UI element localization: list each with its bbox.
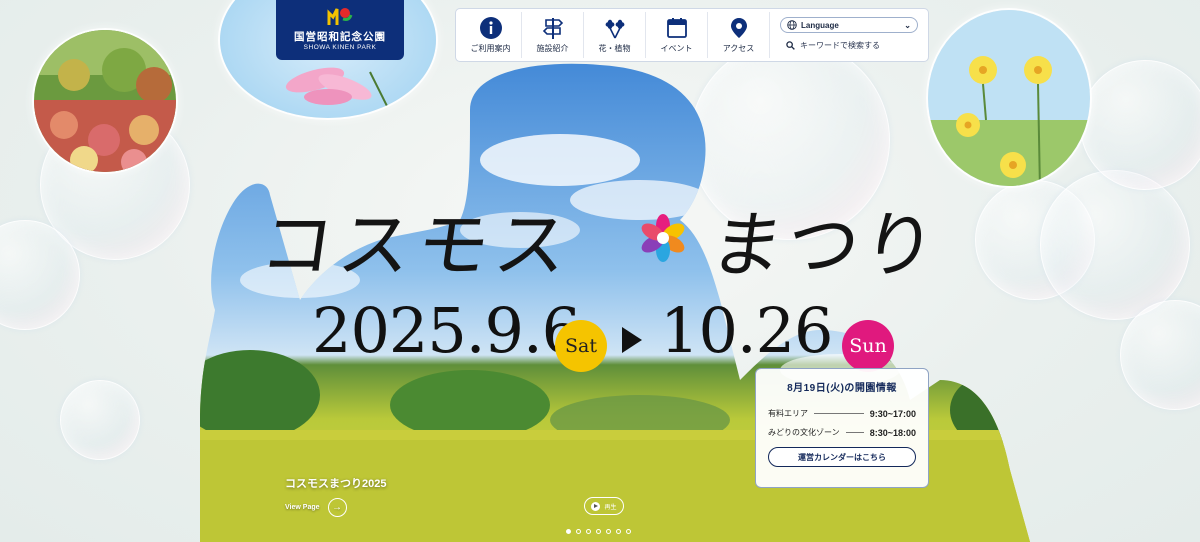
flowers-icon (605, 19, 624, 39)
slide-dot[interactable] (616, 529, 621, 534)
globe-icon (787, 20, 797, 30)
opening-info-title: 8月19日(火)の開園情報 (787, 383, 897, 394)
yellow-cosmos-bubble (926, 8, 1092, 188)
info-icon (479, 17, 502, 39)
slide-event-name: コスモスまつり2025 (285, 478, 387, 490)
global-nav: ご利用案内 施設紹介 花・植物 イベント アクセス Language ⌄ キーワ… (455, 8, 929, 62)
hero-title-right: まつり (705, 203, 946, 287)
search-box[interactable] (780, 37, 918, 53)
signpost-icon (542, 18, 563, 39)
calendar-link-button[interactable]: 運営カレンダーはこちら (768, 447, 916, 467)
slide-dot[interactable] (626, 529, 631, 534)
opening-row-time: 8:30~18:00 (869, 427, 916, 438)
logo-name-en: SHOWA KINEN PARK (303, 44, 377, 51)
nav-item-events[interactable]: イベント (646, 12, 708, 58)
end-day-label: Sun (849, 335, 887, 357)
opening-row: 有料エリア 9:30~17:00 (768, 408, 916, 419)
play-icon (591, 501, 601, 511)
opening-row-label: みどりの文化ゾーン (768, 428, 840, 437)
nav-item-facilities[interactable]: 施設紹介 (522, 12, 584, 58)
start-day-badge: Sat (555, 320, 607, 372)
slide-dot[interactable] (576, 529, 581, 534)
opening-row: みどりの文化ゾーン 8:30~18:00 (768, 427, 916, 438)
calendar-icon (666, 18, 687, 38)
play-label: 再生 (604, 504, 617, 511)
play-button[interactable]: 再生 (584, 497, 624, 515)
arrow-right-icon: → (327, 498, 347, 517)
start-date: 2025.9.6 (312, 294, 581, 367)
view-page-label: View Page (285, 504, 320, 511)
chevron-down-icon: ⌄ (904, 20, 911, 30)
logo-name-jp: 国営昭和記念公園 (294, 31, 386, 43)
search-input[interactable] (800, 40, 900, 50)
slide-dot[interactable] (606, 529, 611, 534)
nav-utility: Language ⌄ (770, 17, 928, 53)
park-logo[interactable]: 国営昭和記念公園 SHOWA KINEN PARK (276, 0, 404, 60)
hero-background (0, 0, 1200, 542)
slide-dot[interactable] (596, 529, 601, 534)
nav-label: イベント (660, 44, 693, 53)
end-date: 10.26 (660, 294, 833, 367)
slide-pagination (566, 529, 631, 534)
hero-title-left: コスモス (255, 203, 580, 287)
nav-label: ご利用案内 (470, 44, 511, 53)
slide-dot[interactable] (586, 529, 591, 534)
start-day-label: Sat (565, 335, 597, 357)
row-divider (845, 432, 864, 433)
nav-item-guide[interactable]: ご利用案内 (460, 12, 522, 58)
nav-item-access[interactable]: アクセス (708, 12, 770, 58)
nav-item-flowers[interactable]: 花・植物 (584, 12, 646, 58)
slide-dot[interactable] (566, 529, 571, 534)
nav-label: 施設紹介 (536, 44, 569, 53)
date-arrow-icon (622, 327, 642, 353)
opening-info-card: 8月19日(火)の開園情報 有料エリア 9:30~17:00 みどりの文化ゾーン… (755, 368, 929, 488)
garden-photo-bubble (32, 28, 178, 174)
opening-row-label: 有料エリア (768, 409, 808, 418)
nav-label: 花・植物 (598, 44, 631, 53)
search-icon (786, 40, 795, 50)
end-day-badge: Sun (842, 320, 894, 372)
cosmos-flower-icon (641, 214, 685, 262)
nav-label: アクセス (722, 44, 755, 53)
map-pin-icon (730, 18, 747, 38)
language-label: Language (801, 20, 839, 30)
language-select[interactable]: Language ⌄ (780, 17, 918, 33)
opening-row-time: 9:30~17:00 (869, 408, 916, 419)
logo-mark-icon (327, 8, 353, 25)
view-page-link[interactable]: View Page → (285, 498, 347, 517)
row-divider (814, 413, 864, 414)
